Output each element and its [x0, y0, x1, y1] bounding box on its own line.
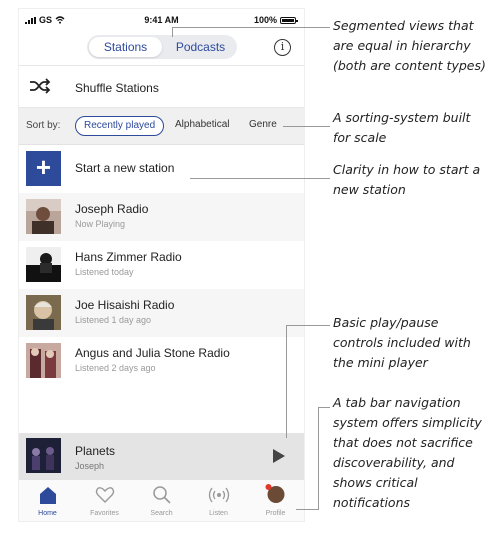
station-status: Now Playing [75, 219, 126, 229]
play-icon[interactable] [273, 449, 285, 463]
leader-line-play-v [286, 325, 287, 438]
profile-avatar [265, 484, 284, 503]
station-status: Listened today [75, 267, 134, 277]
station-name: Joe Hisaishi Radio [75, 298, 175, 312]
annotation-sorting: A sorting-system built for scale [333, 110, 471, 145]
sort-alphabetical[interactable]: Alphabetical [167, 116, 237, 136]
leader-line-tabbar-foot [296, 509, 319, 510]
home-icon [39, 487, 56, 504]
annotation-new-station: Clarity in how to start a new station [333, 162, 481, 197]
new-station-row[interactable]: + Start a new station [19, 145, 304, 193]
tab-label: Favorites [90, 510, 119, 517]
segmented-control: Stations Podcasts [87, 35, 237, 59]
tab-search[interactable]: Search [133, 480, 190, 521]
sort-genre[interactable]: Genre [241, 116, 285, 136]
tab-label: Listen [209, 510, 228, 517]
tab-favorites[interactable]: Favorites [76, 480, 133, 521]
list-item[interactable]: Joe Hisaishi Radio Listened 1 day ago [19, 289, 304, 337]
leader-line-segment [172, 27, 173, 37]
station-artwork [26, 343, 61, 378]
list-item[interactable]: Angus and Julia Stone Radio Listened 2 d… [19, 337, 304, 385]
leader-line-sort [283, 126, 330, 127]
heart-icon [95, 487, 114, 503]
annotation-mini-player: Basic play/pause controls included with … [333, 315, 471, 370]
tab-bar: Home Favorites Search Listen Profile [19, 479, 304, 521]
tab-listen[interactable]: Listen [190, 480, 247, 521]
mini-player[interactable]: Planets Joseph [19, 433, 304, 479]
search-icon [152, 486, 171, 504]
leader-line-segment-h [172, 27, 330, 28]
album-artwork [26, 438, 61, 473]
battery-percent: 100% [253, 15, 277, 25]
new-station-label: Start a new station [75, 161, 175, 175]
sort-bar: Sort by: Recently played Alphabetical Ge… [19, 108, 304, 145]
station-name: Angus and Julia Stone Radio [75, 346, 230, 360]
leader-line-play-h [286, 325, 330, 326]
leader-line-tabbar-h [318, 407, 330, 408]
tab-podcasts[interactable]: Podcasts [164, 35, 237, 59]
station-artwork [26, 295, 61, 330]
tab-label: Search [150, 510, 173, 517]
sort-label: Sort by: [26, 120, 61, 131]
tab-stations[interactable]: Stations [89, 37, 162, 57]
station-status: Listened 1 day ago [75, 315, 152, 325]
station-artwork [26, 247, 61, 282]
station-name: Hans Zimmer Radio [75, 250, 182, 264]
annotation-tab-bar: A tab bar navigation system offers simpl… [333, 395, 482, 510]
notification-badge [265, 484, 271, 490]
plus-icon: + [26, 151, 61, 186]
annotation-segmented-views: Segmented views that are equal in hierar… [333, 18, 486, 73]
leader-line-tabbar-v [318, 407, 319, 510]
sort-recently-played[interactable]: Recently played [75, 116, 165, 136]
now-playing-title: Planets [75, 444, 116, 458]
broadcast-icon [208, 487, 229, 503]
battery-icon [280, 16, 298, 24]
phone-screen: GS 9:41 AM 100% Stations Podcasts i Shuf… [19, 9, 304, 521]
station-name: Joseph Radio [75, 202, 149, 216]
tab-profile[interactable]: Profile [247, 480, 304, 521]
shuffle-label: Shuffle Stations [75, 81, 159, 95]
avatar [265, 484, 284, 503]
now-playing-artist: Joseph [75, 461, 105, 471]
tab-label: Profile [265, 510, 286, 517]
shuffle-stations-row[interactable]: Shuffle Stations [19, 65, 304, 108]
station-status: Listened 2 days ago [75, 363, 156, 373]
info-button[interactable]: i [274, 39, 291, 56]
list-item[interactable]: Hans Zimmer Radio Listened today [19, 241, 304, 289]
station-artwork [26, 199, 61, 234]
tab-home[interactable]: Home [19, 480, 76, 521]
leader-line-new-station [190, 178, 330, 179]
list-item[interactable]: Joseph Radio Now Playing [19, 193, 304, 241]
status-right: 100% [253, 15, 298, 25]
shuffle-icon [30, 78, 51, 94]
tab-label: Home [38, 510, 57, 517]
